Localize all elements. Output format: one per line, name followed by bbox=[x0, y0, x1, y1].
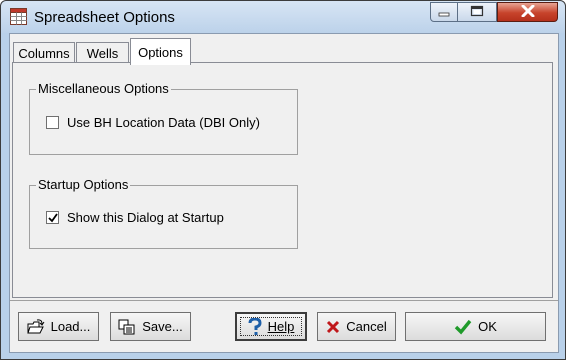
maximize-button[interactable] bbox=[457, 2, 497, 22]
save-label: Save... bbox=[142, 319, 183, 334]
close-icon bbox=[521, 4, 535, 20]
load-label: Load... bbox=[50, 319, 91, 334]
dialog-client-area: Columns Wells Options Miscellaneous Opti… bbox=[9, 33, 559, 353]
options-tab-panel: Miscellaneous Options Use BH Location Da… bbox=[12, 62, 553, 298]
minimize-icon bbox=[438, 5, 450, 20]
checkbox-label: Use BH Location Data (DBI Only) bbox=[67, 115, 260, 130]
save-icon bbox=[118, 319, 136, 335]
dialog-window: Spreadsheet Options Columns Wells Option… bbox=[0, 0, 566, 360]
load-button[interactable]: Load... bbox=[18, 312, 99, 341]
separator-line bbox=[10, 300, 558, 301]
focus-rectangle bbox=[240, 317, 302, 336]
red-x-icon bbox=[326, 320, 340, 334]
checkbox-box[interactable] bbox=[46, 211, 59, 224]
cancel-button[interactable]: Cancel bbox=[317, 312, 396, 341]
startup-options-group: Startup Options Show this Dialog at Star… bbox=[29, 177, 298, 249]
checkmark-icon bbox=[47, 212, 58, 222]
minimize-button[interactable] bbox=[430, 2, 458, 22]
cancel-label: Cancel bbox=[346, 319, 387, 334]
green-check-icon bbox=[454, 319, 472, 335]
checkbox-box[interactable] bbox=[46, 116, 59, 129]
tab-wells[interactable]: Wells bbox=[76, 42, 129, 63]
spreadsheet-icon bbox=[10, 8, 27, 25]
window-title: Spreadsheet Options bbox=[34, 9, 175, 26]
tab-options[interactable]: Options bbox=[130, 38, 191, 65]
ok-label: OK bbox=[478, 319, 497, 334]
show-dialog-at-startup-checkbox[interactable]: Show this Dialog at Startup bbox=[46, 210, 224, 225]
help-button[interactable]: Help bbox=[235, 312, 307, 341]
tab-columns[interactable]: Columns bbox=[13, 42, 75, 63]
close-button[interactable] bbox=[497, 2, 558, 22]
title-bar[interactable]: Spreadsheet Options bbox=[1, 1, 565, 33]
group-title-miscellaneous: Miscellaneous Options bbox=[36, 81, 171, 96]
group-title-startup: Startup Options bbox=[36, 177, 131, 192]
maximize-icon bbox=[470, 5, 484, 20]
miscellaneous-options-group: Miscellaneous Options Use BH Location Da… bbox=[29, 81, 298, 155]
ok-button[interactable]: OK bbox=[405, 312, 546, 341]
checkbox-label: Show this Dialog at Startup bbox=[67, 210, 224, 225]
use-bh-location-checkbox[interactable]: Use BH Location Data (DBI Only) bbox=[46, 115, 260, 130]
open-folder-icon bbox=[26, 318, 45, 335]
save-button[interactable]: Save... bbox=[110, 312, 191, 341]
